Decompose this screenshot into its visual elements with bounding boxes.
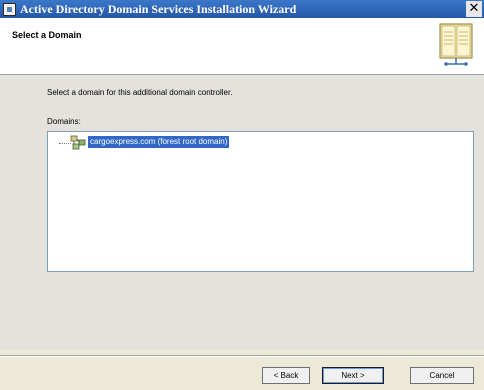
title-bar: Active Directory Domain Services Install… xyxy=(0,0,484,18)
app-window-icon xyxy=(3,2,16,16)
next-button[interactable]: Next > xyxy=(322,367,384,384)
cancel-button[interactable]: Cancel xyxy=(410,367,474,384)
domains-tree[interactable]: cargoexpress.com (forest root domain) xyxy=(47,131,474,272)
back-button[interactable]: < Back xyxy=(262,367,310,384)
close-button[interactable]: ✕ xyxy=(466,1,482,17)
directory-book-icon xyxy=(439,23,473,66)
wizard-header: Select a Domain xyxy=(0,18,484,75)
page-title: Select a Domain xyxy=(12,30,82,40)
domains-label: Domains: xyxy=(47,117,81,126)
domain-tree-icon xyxy=(70,135,86,150)
tree-item-domain[interactable]: cargoexpress.com (forest root domain) xyxy=(88,136,230,148)
window-title: Active Directory Domain Services Install… xyxy=(20,1,297,16)
wizard-window: Active Directory Domain Services Install… xyxy=(0,0,484,390)
instruction-text: Select a domain for this additional doma… xyxy=(47,88,233,97)
